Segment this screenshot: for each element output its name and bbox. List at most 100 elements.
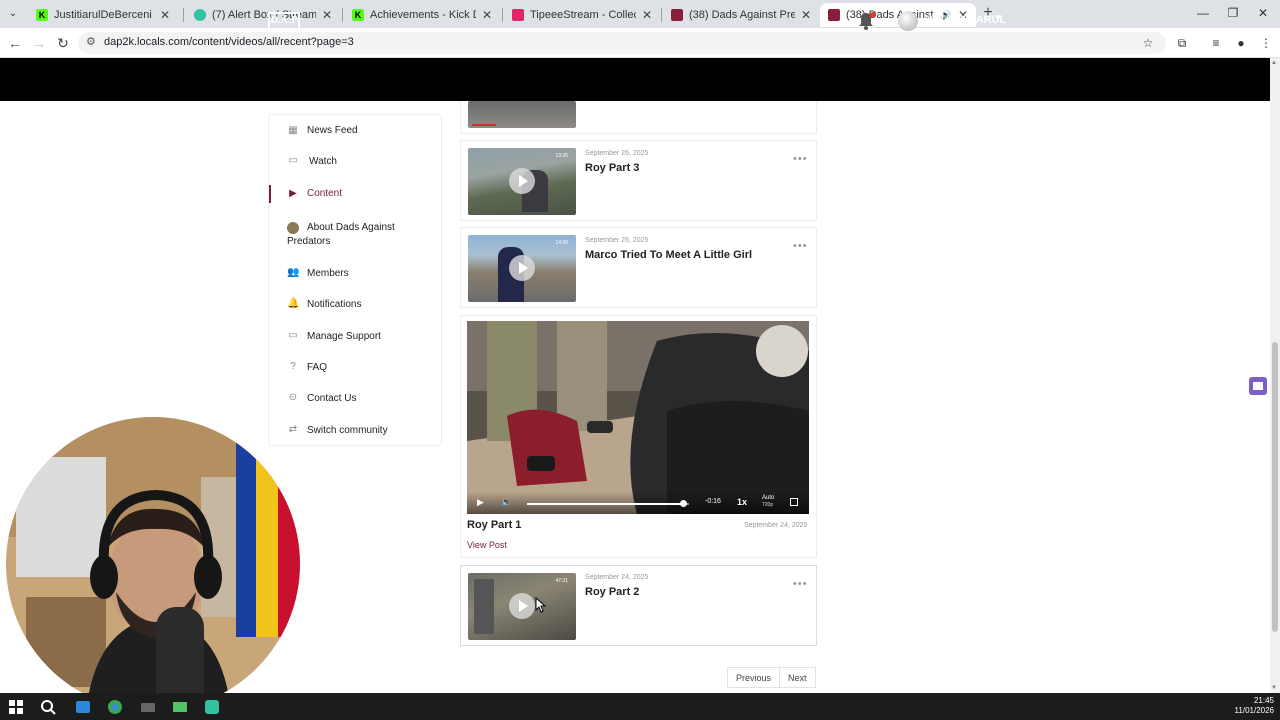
seek-bar[interactable]	[527, 500, 689, 507]
volume-icon[interactable]: 🔈	[501, 497, 512, 508]
browser-tab[interactable]: K JustitiarulDeBerceni Stream - W ✕	[28, 3, 178, 27]
video-thumbnail[interactable]: 47:31	[468, 573, 576, 640]
extensions-icon[interactable]: ⧉	[1174, 35, 1190, 51]
tv-icon: ▭	[288, 155, 298, 166]
taskbar-app-icon[interactable]	[138, 697, 158, 717]
video-card[interactable]: 47:31 September 24, 2025 Roy Part 2 •••	[460, 565, 817, 646]
sidebar-nav: ▦ News Feed ▭ Watch ▶ Content About Dads…	[268, 114, 442, 446]
quality-button[interactable]: Auto	[762, 495, 774, 501]
play-icon: ▶	[289, 188, 297, 199]
close-window-button[interactable]: ✕	[1248, 4, 1278, 22]
next-page-button[interactable]: Next	[779, 668, 815, 687]
close-tab-icon[interactable]: ✕	[642, 8, 652, 22]
minimize-button[interactable]: —	[1188, 4, 1218, 22]
browser-tab[interactable]: K Achievements - Kick Dashboard ✕	[344, 3, 500, 27]
windows-start-icon[interactable]	[6, 697, 26, 717]
system-clock[interactable]: 21:45 11/01/2026	[1235, 696, 1274, 716]
previous-page-button[interactable]: Previous	[728, 668, 779, 687]
sidebar-item-faq[interactable]: ? FAQ	[269, 360, 441, 376]
image-tool-button[interactable]	[1249, 377, 1267, 395]
video-duration: 13:35	[555, 153, 568, 159]
post-date: September 26, 2025	[585, 237, 649, 244]
featured-post-date: September 24, 2025	[744, 522, 808, 529]
browser-tab[interactable]: (7) Alert Box / Streamlabs ✕	[186, 3, 340, 27]
video-thumbnail[interactable]	[468, 101, 576, 128]
view-post-link[interactable]: View Post	[467, 540, 507, 550]
site-info-icon[interactable]: ⚙	[86, 35, 96, 48]
featured-video-title[interactable]: Roy Part 1	[467, 519, 521, 531]
sidebar-item-contact-us[interactable]: ⊝ Contact Us	[269, 391, 441, 407]
chrome-taskbar-icon[interactable]	[105, 697, 125, 717]
tab-title: Achievements - Kick Dashboard	[370, 9, 476, 21]
seek-handle[interactable]	[679, 500, 687, 507]
quality-value: 720p	[762, 502, 774, 508]
restore-button[interactable]: ❐	[1218, 4, 1248, 22]
profile-icon[interactable]: ●	[1233, 35, 1249, 51]
browser-tab[interactable]: (38) Dads Against Predators Co ✕	[663, 3, 819, 27]
play-icon[interactable]	[509, 593, 535, 619]
fullscreen-icon[interactable]	[790, 498, 798, 506]
reload-button[interactable]: ↻	[54, 34, 72, 52]
video-thumbnail[interactable]: 14:06	[468, 235, 576, 302]
forward-button[interactable]: →	[30, 34, 48, 52]
user-menu-caret-icon[interactable]: ▼	[993, 13, 1003, 24]
video-duration: 14:06	[555, 240, 568, 246]
kick-favicon-icon: K	[36, 9, 48, 21]
search-icon[interactable]	[38, 697, 58, 717]
back-button[interactable]: ←	[6, 34, 24, 52]
more-options-icon[interactable]: •••	[793, 240, 808, 252]
site-logo[interactable]: D.A.P	[268, 12, 300, 30]
scrollbar-thumb[interactable]	[1272, 342, 1278, 632]
video-card[interactable]: 14:06 September 26, 2025 Marco Tried To …	[460, 227, 817, 308]
video-title[interactable]: Marco Tried To Meet A Little Girl	[585, 249, 752, 261]
video-frame	[467, 321, 809, 514]
video-card[interactable]: 13:35 September 26, 2025 Roy Part 3 •••	[460, 140, 817, 221]
sidebar-item-about[interactable]: About Dads Against Predators	[269, 221, 441, 249]
scroll-down-icon[interactable]: ▼	[1271, 685, 1277, 691]
video-duration: 47:31	[555, 578, 568, 584]
browser-tab-strip: ⌄ K JustitiarulDeBerceni Stream - W ✕ (7…	[0, 0, 1280, 28]
mouse-cursor-icon	[535, 597, 547, 613]
more-options-icon[interactable]: •••	[793, 153, 808, 165]
play-icon[interactable]	[509, 255, 535, 281]
pagination: Previous Next	[727, 667, 816, 688]
scroll-up-icon[interactable]: ▲	[1271, 60, 1277, 66]
bookmark-star-icon[interactable]: ☆	[1140, 35, 1156, 51]
address-bar[interactable]: ⚙ dap2k.locals.com/content/videos/all/re…	[78, 32, 1166, 54]
sidebar-item-switch-community[interactable]: ⇄ Switch community	[269, 423, 441, 439]
members-icon: 👥	[287, 267, 300, 278]
switch-icon: ⇄	[288, 424, 298, 435]
tab-divider	[661, 8, 662, 22]
taskbar-app-icon[interactable]	[170, 697, 190, 717]
sidebar-item-content[interactable]: ▶ Content	[269, 185, 441, 203]
media-controls-icon[interactable]: ≡	[1208, 35, 1224, 51]
close-tab-icon[interactable]: ✕	[801, 8, 811, 22]
play-pause-icon[interactable]: ▶	[477, 497, 484, 508]
close-tab-icon[interactable]: ✕	[322, 8, 332, 22]
sidebar-item-watch[interactable]: ▭ Watch	[269, 154, 441, 170]
user-avatar[interactable]	[898, 11, 918, 31]
taskbar-app-icon[interactable]	[202, 697, 222, 717]
video-title[interactable]: Roy Part 2	[585, 586, 639, 598]
tab-title: (38) Dads Against Predators Co	[689, 9, 795, 21]
sidebar-item-news-feed[interactable]: ▦ News Feed	[269, 123, 441, 139]
close-tab-icon[interactable]: ✕	[482, 8, 492, 22]
sidebar-item-manage-support[interactable]: ▭ Manage Support	[269, 329, 441, 345]
video-thumbnail[interactable]: 13:35	[468, 148, 576, 215]
more-options-icon[interactable]: •••	[793, 578, 808, 590]
tab-search-button[interactable]: ⌄	[4, 6, 22, 22]
sidebar-item-notifications[interactable]: 🔔 Notifications	[269, 297, 441, 313]
browser-tab[interactable]: TipeeeStream - Collect Tips wh ✕	[504, 3, 660, 27]
browser-menu-icon[interactable]: ⋮	[1258, 35, 1274, 51]
play-icon[interactable]	[509, 168, 535, 194]
page-scrollbar[interactable]: ▲ ▼	[1270, 58, 1280, 693]
close-tab-icon[interactable]: ✕	[160, 8, 170, 22]
streamlabs-favicon-icon	[194, 9, 206, 21]
browser-toolbar: ← → ↻ ⚙ dap2k.locals.com/content/videos/…	[0, 28, 1280, 58]
taskbar-app-icon[interactable]	[73, 697, 93, 717]
playback-rate-button[interactable]: 1x	[737, 497, 747, 507]
video-title[interactable]: Roy Part 3	[585, 162, 639, 174]
video-card-partial[interactable]	[460, 101, 817, 134]
sidebar-item-members[interactable]: 👥 Members	[269, 266, 441, 282]
video-player[interactable]: ▶ 🔈 -0:16 1x Auto 720p	[467, 321, 809, 514]
